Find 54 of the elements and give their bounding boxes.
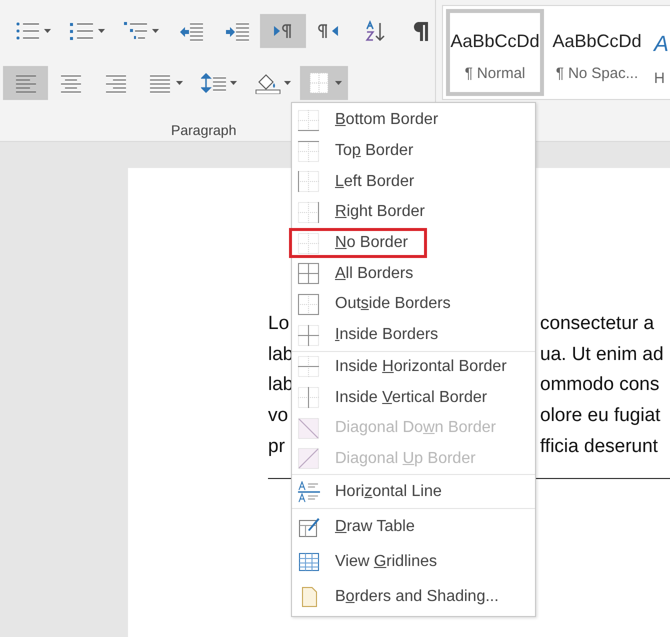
border-grid-icon	[298, 202, 319, 223]
document-text: vo	[268, 405, 288, 428]
menu-item[interactable]: Left Border	[292, 166, 535, 198]
style-tile[interactable]: AaBbCcDd ¶ No Spac...	[548, 9, 646, 96]
draw-table-icon	[298, 516, 320, 538]
gridlines-icon	[298, 550, 320, 573]
document-text: fficia deserunt	[540, 436, 659, 458]
menu-item[interactable]: No Border	[289, 228, 427, 258]
border-grid-icon	[298, 171, 319, 192]
group-label: Paragraph	[171, 122, 236, 138]
style-tile[interactable]: A H	[650, 9, 670, 96]
border-grid-icon	[298, 263, 319, 284]
horizontal-line-icon	[298, 480, 320, 503]
paint-bucket-icon	[255, 72, 281, 94]
border-grid-icon	[298, 387, 319, 408]
menu-item[interactable]: Borders and Shading...	[292, 579, 535, 614]
document-text: pr	[268, 436, 285, 458]
border-grid-icon	[298, 140, 319, 162]
numbered-list-icon	[69, 20, 95, 42]
document-text: ommodo cons	[540, 374, 660, 396]
menu-item[interactable]: Right Border	[292, 197, 535, 228]
border-grid-icon	[298, 232, 319, 254]
menu-item[interactable]: Outside Borders	[292, 289, 535, 320]
menu-item[interactable]: Bottom Border	[292, 105, 535, 136]
menu-item[interactable]: Inside Vertical Border	[292, 382, 535, 413]
diagonal-border-icon	[298, 448, 319, 470]
caret-icon	[335, 81, 342, 85]
border-grid-icon	[298, 110, 319, 131]
caret-icon	[284, 81, 291, 85]
multilevel-list-icon	[123, 20, 149, 42]
bullet-list-icon	[15, 20, 41, 42]
caret-icon	[44, 29, 51, 33]
menu-item[interactable]: View Gridlines	[292, 544, 535, 580]
caret-icon	[230, 81, 237, 85]
menu-item[interactable]: Top Border	[292, 136, 535, 166]
line-spacing-icon	[201, 72, 227, 94]
border-grid-icon	[298, 356, 319, 378]
style-tile[interactable]: AaBbCcDd ¶ Normal	[446, 9, 544, 96]
border-grid-icon	[298, 324, 319, 346]
menu-item[interactable]: Inside Borders	[292, 320, 535, 350]
document-text: consectetur a	[540, 313, 656, 336]
menu-item[interactable]: Inside Horizontal Border	[292, 352, 535, 382]
menu-item[interactable]: Horizontal Line	[292, 475, 535, 508]
caret-icon	[98, 29, 105, 33]
toolbar-button[interactable]	[260, 14, 306, 48]
document-text: olore eu fugiat	[540, 405, 662, 428]
border-grid-icon	[298, 294, 319, 315]
document-text: ua. Ut enim ad	[540, 344, 665, 366]
menu-item[interactable]: Draw Table	[292, 509, 535, 544]
caret-icon	[152, 29, 159, 33]
menu-item[interactable]: All Borders	[292, 258, 535, 290]
diagonal-border-icon	[298, 418, 319, 439]
caret-icon	[176, 81, 183, 85]
document-text: Lo	[268, 313, 290, 336]
